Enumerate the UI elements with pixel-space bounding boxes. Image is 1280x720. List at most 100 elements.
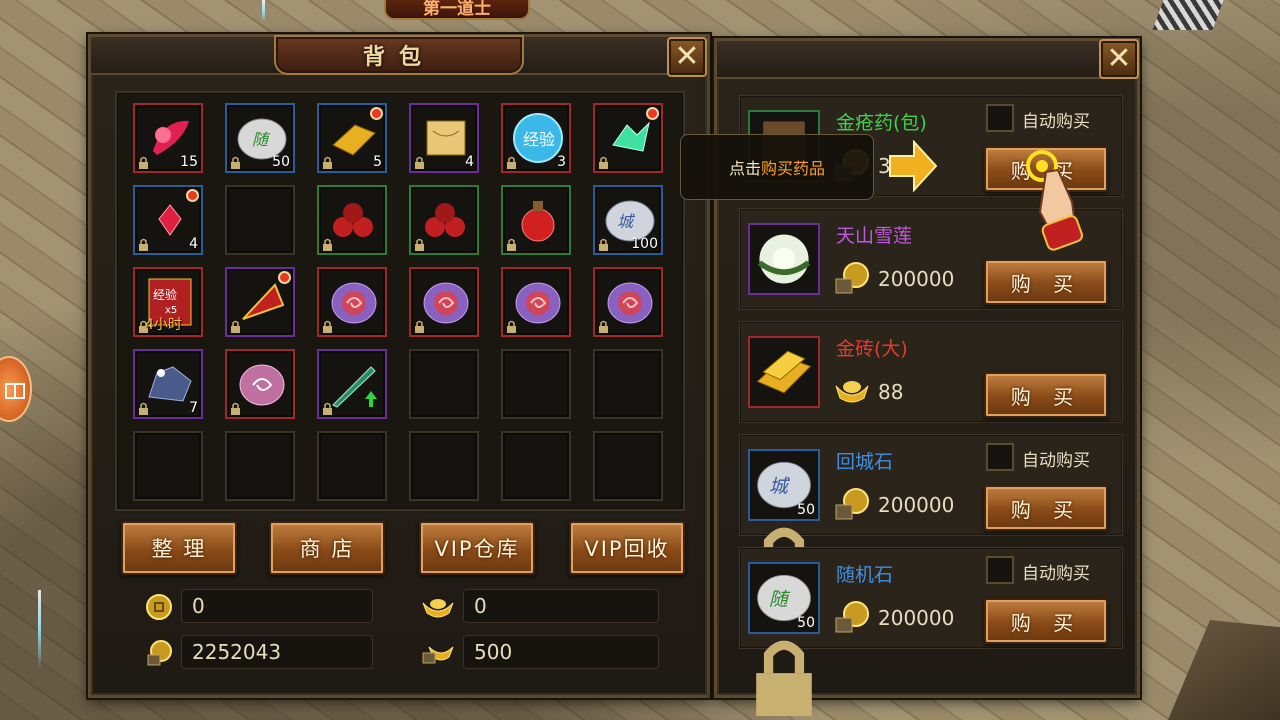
close-icon: ✕ <box>1106 41 1132 76</box>
bag-slot[interactable] <box>225 349 295 419</box>
vip-recycle-button[interactable]: VIP回收 <box>569 521 685 575</box>
shop-close-button[interactable]: ✕ <box>1099 39 1139 79</box>
new-badge <box>186 189 199 202</box>
random-stone-icon[interactable]: 随 50 <box>748 562 820 717</box>
shop-button[interactable]: 商 店 <box>269 521 385 575</box>
shop-item-price: 200000 <box>878 267 955 291</box>
item-count: 15 <box>180 154 198 170</box>
game-scene: 第一道士 背包 ✕ 15 随 50 5 4 经验 3 4 城 100 经验 x5 4小时 7 整 理 商 … <box>0 0 1280 720</box>
bag-close-button[interactable]: ✕ <box>667 37 707 77</box>
ingot-icon <box>835 381 869 403</box>
bag-slot[interactable] <box>317 431 387 501</box>
bound-ingot-icon <box>422 646 454 664</box>
buy-button[interactable]: 购 买 <box>984 598 1108 644</box>
lock-icon <box>415 320 424 333</box>
buy-button[interactable]: 购 买 <box>984 372 1108 418</box>
bag-slot[interactable]: 4 <box>409 103 479 173</box>
auto-buy-label: 自动购买 <box>1022 451 1090 471</box>
bag-slot[interactable]: 经验 3 <box>501 103 571 173</box>
bag-slot[interactable] <box>593 267 663 337</box>
auto-buy-label: 自动购买 <box>1022 564 1090 584</box>
bag-slot[interactable] <box>501 349 571 419</box>
guide-tooltip: 点击 购买药品 <box>680 134 874 200</box>
bound-coin-field: 2252043 <box>181 635 373 669</box>
tooltip-highlight: 购买药品 <box>761 159 826 178</box>
lock-icon <box>231 320 240 333</box>
town-stone-icon[interactable]: 城 50 <box>748 449 820 604</box>
bag-slot[interactable] <box>501 267 571 337</box>
item-count: 4 <box>465 154 474 170</box>
new-badge <box>370 107 383 120</box>
ingot-field: 0 <box>463 589 659 623</box>
bag-slot[interactable]: 经验 x5 4小时 <box>133 267 203 337</box>
bag-slot[interactable] <box>225 185 295 255</box>
bound-coin-icon <box>835 488 869 520</box>
bag-slot[interactable] <box>225 267 295 337</box>
coin-field: 0 <box>181 589 373 623</box>
lock-icon <box>323 156 332 169</box>
item-count: 5 <box>373 154 382 170</box>
auto-buy-checkbox[interactable] <box>986 443 1014 471</box>
item-count: 50 <box>272 154 290 170</box>
buy-button[interactable]: 购 买 <box>984 485 1108 531</box>
bag-slot[interactable] <box>593 431 663 501</box>
red-potion-pack-icon <box>419 193 473 247</box>
bag-slot[interactable] <box>225 431 295 501</box>
bag-slot[interactable] <box>409 185 479 255</box>
close-icon: ✕ <box>674 39 700 74</box>
svg-text:城: 城 <box>617 212 635 231</box>
svg-text:经验: 经验 <box>523 130 555 149</box>
vip-storage-button[interactable]: VIP仓库 <box>419 521 535 575</box>
bag-slot[interactable] <box>317 185 387 255</box>
auto-buy-checkbox[interactable] <box>986 104 1014 132</box>
lock-icon <box>599 156 608 169</box>
purple-rune-icon <box>511 275 565 329</box>
bag-slot[interactable]: 城 100 <box>593 185 663 255</box>
bag-slot[interactable] <box>317 267 387 337</box>
pink-rune-icon <box>235 357 289 411</box>
snow-lotus-icon[interactable] <box>748 223 820 295</box>
shop-item-row: 城 50 回城石 200000 购 买自动购买 <box>739 434 1123 604</box>
gold-brick-icon[interactable] <box>748 336 820 408</box>
bag-slot[interactable] <box>593 349 663 419</box>
gift-icon[interactable] <box>0 356 32 422</box>
bag-slot[interactable] <box>501 431 571 501</box>
item-count: 4小时 <box>145 317 182 333</box>
lock-icon <box>139 402 148 415</box>
bag-slot[interactable] <box>409 349 479 419</box>
auto-buy-checkbox[interactable] <box>986 556 1014 584</box>
lock-icon <box>323 238 332 251</box>
hut-decoration <box>1168 620 1280 720</box>
ingot-icon <box>422 599 454 618</box>
lock-icon <box>415 238 424 251</box>
bag-slot[interactable] <box>409 267 479 337</box>
buy-button[interactable]: 购 买 <box>984 259 1108 305</box>
lock-icon <box>756 640 812 717</box>
shop-header <box>717 41 1137 79</box>
purple-rune-icon <box>419 275 473 329</box>
bound-ingot-field: 500 <box>463 635 659 669</box>
red-potion-pack-icon <box>327 193 381 247</box>
lock-icon <box>507 156 516 169</box>
bag-slot[interactable] <box>317 349 387 419</box>
bag-slot[interactable]: 15 <box>133 103 203 173</box>
bag-slot[interactable]: 5 <box>317 103 387 173</box>
bag-slot[interactable] <box>409 431 479 501</box>
bag-slot[interactable]: 随 50 <box>225 103 295 173</box>
bag-slot[interactable]: 4 <box>133 185 203 255</box>
sort-button[interactable]: 整 理 <box>121 521 237 575</box>
lock-icon <box>231 156 240 169</box>
shop-item-name: 随机石 <box>836 564 894 586</box>
lock-icon <box>323 402 332 415</box>
bag-slot[interactable] <box>593 103 663 173</box>
bag-slot[interactable] <box>133 431 203 501</box>
new-badge <box>646 107 659 120</box>
bag-slot[interactable] <box>501 185 571 255</box>
lock-icon <box>599 320 608 333</box>
bag-slot[interactable]: 7 <box>133 349 203 419</box>
item-count: 4 <box>189 236 198 252</box>
bag-panel: 背包 ✕ 15 随 50 5 4 经验 3 4 城 100 经验 x5 4小时 7 整 理 商 店 VIP… <box>88 34 710 698</box>
item-count: 7 <box>189 400 198 416</box>
bag-title: 背包 <box>362 45 435 70</box>
lock-icon <box>139 238 148 251</box>
